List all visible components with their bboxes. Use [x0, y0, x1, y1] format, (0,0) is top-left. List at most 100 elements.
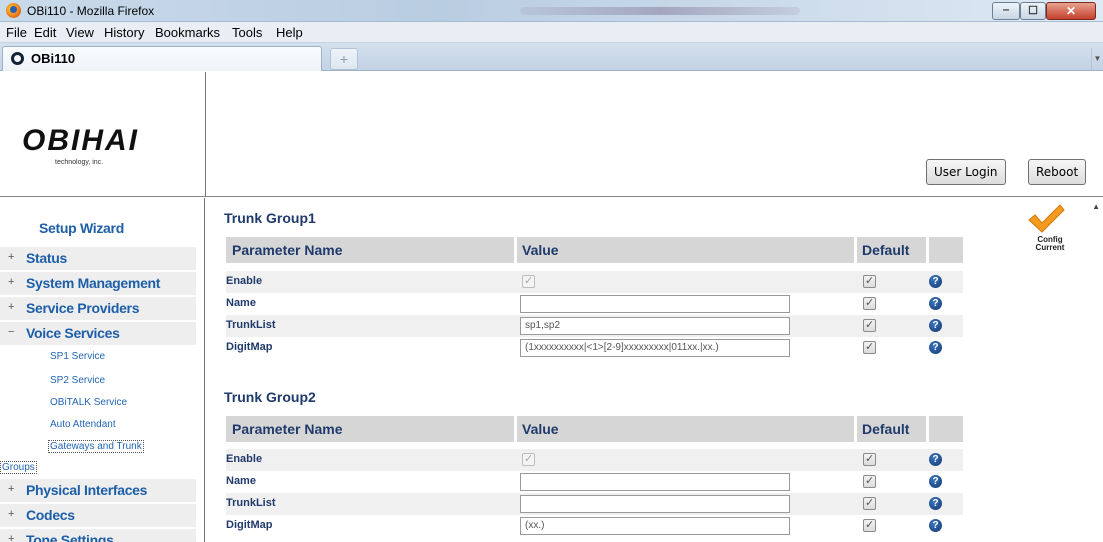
expand-icon: +: [8, 508, 15, 520]
default-checkbox[interactable]: [863, 274, 876, 288]
maximize-button[interactable]: ☐: [1020, 2, 1046, 20]
sidebar-group-physical-interfaces[interactable]: + Physical Interfaces: [0, 479, 196, 503]
trunklist-input[interactable]: [520, 495, 790, 513]
default-checkbox[interactable]: [863, 452, 876, 466]
param-name: Name: [226, 475, 256, 487]
menu-view[interactable]: View: [66, 25, 94, 40]
column-header-value: Value: [522, 242, 559, 258]
help-icon[interactable]: ?: [929, 319, 942, 332]
tab-label: OBi110: [31, 51, 76, 66]
param-name: DigitMap: [226, 341, 273, 353]
config-current-label: Config Current: [1035, 235, 1065, 252]
sidebar-group-label: Physical Interfaces: [26, 482, 148, 498]
default-checkbox[interactable]: [863, 474, 876, 488]
name-input[interactable]: [520, 295, 790, 313]
sidebar-group-label: Codecs: [26, 507, 75, 523]
column-separator: [926, 237, 929, 263]
page-scrollbar[interactable]: ▲: [1088, 198, 1103, 542]
help-icon[interactable]: ?: [929, 497, 942, 510]
scroll-up-icon[interactable]: ▲: [1092, 202, 1100, 211]
table-row: DigitMap (1xxxxxxxxxx|<1>[2-9]xxxxxxxxx|…: [226, 337, 963, 359]
sidebar-group-status[interactable]: + Status: [0, 247, 196, 271]
help-icon[interactable]: ?: [929, 297, 942, 310]
config-current-check-icon: [1028, 204, 1065, 233]
tab-obi110[interactable]: OBi110: [2, 46, 322, 71]
enable-checkbox[interactable]: [522, 274, 535, 288]
sidebar-group-label: Service Providers: [26, 300, 140, 316]
trunk-group-1-title: Trunk Group1: [224, 210, 316, 226]
name-input[interactable]: [520, 473, 790, 491]
param-name: Name: [226, 297, 256, 309]
sidebar-nav: Setup Wizard + Status + System Managemen…: [0, 198, 205, 542]
table-row: Name ?: [226, 471, 963, 493]
sidebar-group-voice-services[interactable]: − Voice Services: [0, 322, 196, 346]
table-row: Enable ?: [226, 271, 963, 293]
menu-bookmarks[interactable]: Bookmarks: [155, 25, 220, 40]
table-row: Enable ?: [226, 449, 963, 471]
expand-icon: +: [8, 251, 15, 263]
menu-tools[interactable]: Tools: [232, 25, 262, 40]
enable-checkbox[interactable]: [522, 452, 535, 466]
logo-subtitle: technology, inc.: [55, 159, 104, 166]
sidebar-item-auto-attendant[interactable]: Auto Attendant: [50, 419, 116, 430]
window-titlebar[interactable]: OBi110 - Mozilla Firefox ‒ ☐ ✕: [0, 0, 1103, 22]
sidebar-group-system-management[interactable]: + System Management: [0, 272, 196, 296]
column-separator: [514, 416, 517, 442]
trunk-group-1-table-header: Parameter Name Value Default: [226, 237, 963, 263]
default-checkbox[interactable]: [863, 496, 876, 510]
param-name: TrunkList: [226, 319, 276, 331]
collapse-icon: −: [8, 326, 15, 338]
trunklist-input[interactable]: sp1,sp2: [520, 317, 790, 335]
setup-wizard-link[interactable]: Setup Wizard: [39, 220, 124, 236]
param-name: TrunkList: [226, 497, 276, 509]
page-header: OBIHAI technology, inc. User Login Reboo…: [0, 72, 1103, 197]
minimize-button[interactable]: ‒: [992, 2, 1020, 20]
table-row: TrunkList sp1,sp2 ?: [226, 315, 963, 337]
sidebar-group-label: Status: [26, 250, 67, 266]
sidebar-item-gateways-and-trunk-groups-wrap[interactable]: Groups: [0, 461, 37, 474]
menu-file[interactable]: File: [6, 25, 27, 40]
default-checkbox[interactable]: [863, 518, 876, 532]
maximize-icon: ☐: [1028, 5, 1038, 17]
help-icon[interactable]: ?: [929, 475, 942, 488]
help-icon[interactable]: ?: [929, 341, 942, 354]
expand-icon: +: [8, 301, 15, 313]
default-checkbox[interactable]: [863, 296, 876, 310]
menu-history[interactable]: History: [104, 25, 144, 40]
default-checkbox[interactable]: [863, 340, 876, 354]
column-header-default: Default: [862, 242, 910, 258]
help-icon[interactable]: ?: [929, 275, 942, 288]
menu-edit[interactable]: Edit: [34, 25, 56, 40]
new-tab-button[interactable]: +: [330, 48, 358, 70]
tab-bar: OBi110 + ▼: [0, 43, 1103, 71]
sidebar-group-codecs[interactable]: + Codecs: [0, 504, 196, 528]
sidebar-item-gateways-and-trunk-groups[interactable]: Gateways and Trunk: [48, 440, 144, 453]
sidebar-group-service-providers[interactable]: + Service Providers: [0, 297, 196, 321]
param-name: DigitMap: [226, 519, 273, 531]
help-icon[interactable]: ?: [929, 519, 942, 532]
column-header-default: Default: [862, 421, 910, 437]
obihai-logo: OBIHAI: [22, 124, 139, 157]
sidebar-item-sp2-service[interactable]: SP2 Service: [50, 375, 105, 386]
main-content: Trunk Group1 Parameter Name Value Defaul…: [206, 198, 1103, 542]
sidebar-group-label: System Management: [26, 275, 161, 291]
expand-icon: +: [8, 483, 15, 495]
table-row: DigitMap (xx.) ?: [226, 515, 963, 537]
help-icon[interactable]: ?: [929, 453, 942, 466]
table-row: Name ?: [226, 293, 963, 315]
close-icon: ✕: [1065, 4, 1077, 18]
tab-list-dropdown-icon[interactable]: ▼: [1091, 48, 1103, 70]
user-login-button[interactable]: User Login: [926, 159, 1006, 185]
column-separator: [854, 416, 857, 442]
sidebar-item-obitalk-service[interactable]: OBiTALK Service: [50, 397, 127, 408]
default-checkbox[interactable]: [863, 318, 876, 332]
close-button[interactable]: ✕: [1046, 2, 1096, 20]
digitmap-input[interactable]: (1xxxxxxxxxx|<1>[2-9]xxxxxxxxx|011xx.|xx…: [520, 339, 790, 357]
menu-help[interactable]: Help: [276, 25, 303, 40]
column-separator: [926, 416, 929, 442]
reboot-button[interactable]: Reboot: [1028, 159, 1087, 185]
sidebar-item-sp1-service[interactable]: SP1 Service: [50, 351, 105, 362]
digitmap-input[interactable]: (xx.): [520, 517, 790, 535]
trunk-group-2-title: Trunk Group2: [224, 389, 316, 405]
sidebar-group-tone-settings[interactable]: + Tone Settings: [0, 529, 196, 542]
